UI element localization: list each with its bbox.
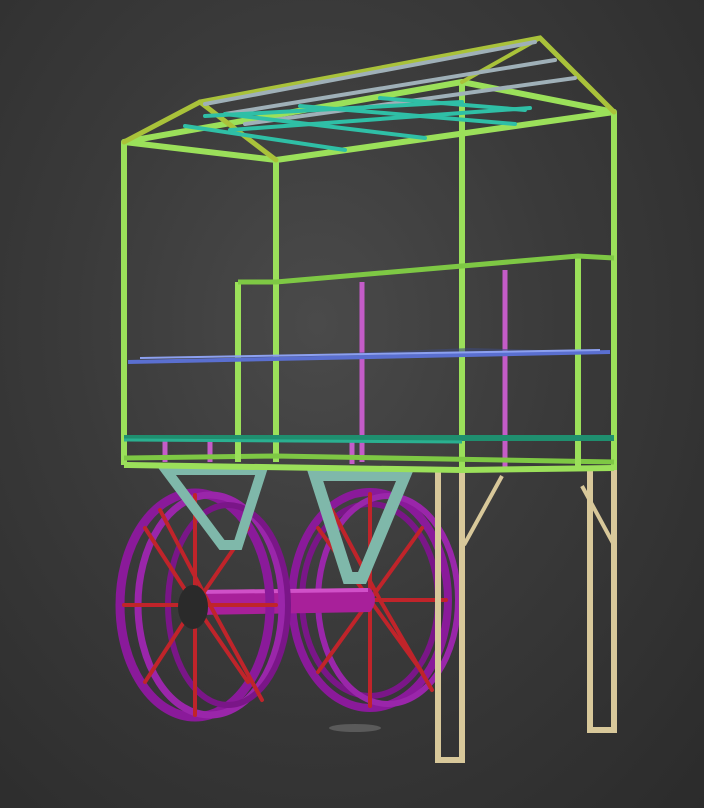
shelf — [127, 348, 611, 364]
pivot-marker — [329, 724, 381, 732]
lower-rail — [123, 435, 614, 444]
hub — [178, 585, 208, 629]
main-frame — [121, 79, 617, 473]
cart-render — [115, 35, 617, 763]
legs — [435, 468, 617, 763]
3d-viewport — [0, 0, 704, 808]
